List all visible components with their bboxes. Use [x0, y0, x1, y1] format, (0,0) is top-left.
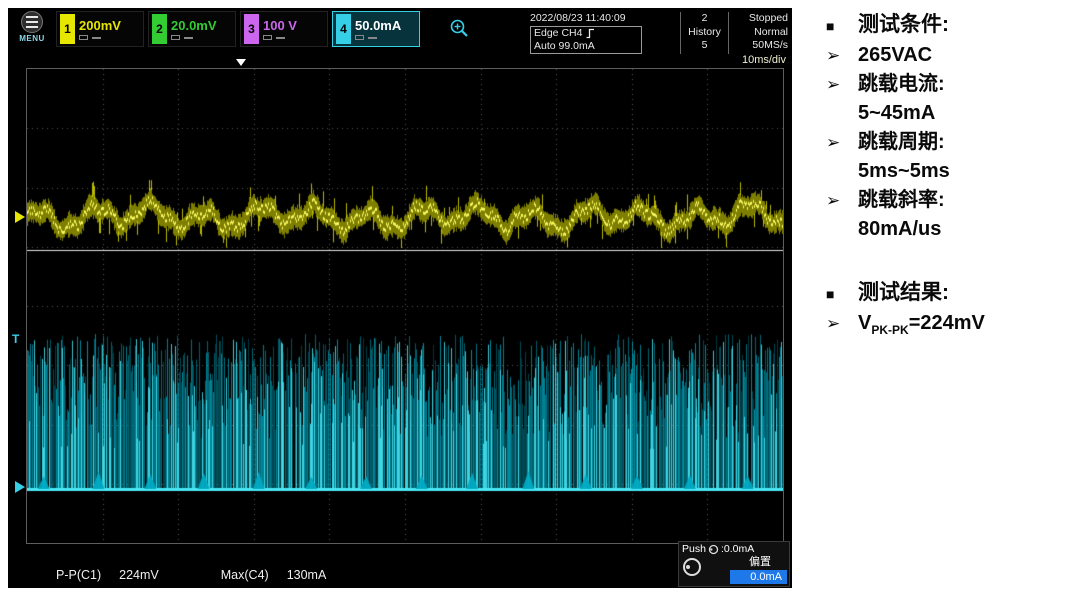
- menu-button[interactable]: MENU: [12, 11, 52, 43]
- channel-1-scale: 200mV: [79, 18, 121, 33]
- channel-4-box[interactable]: 4 50.0mA: [332, 11, 420, 47]
- push-value: :0.0mA: [720, 543, 755, 555]
- arrow-bullet-icon: ➢: [826, 46, 841, 65]
- push-label: Push: [682, 543, 706, 555]
- arrow-bullet-icon: ➢: [826, 133, 841, 152]
- channel-2-badge: 2: [152, 14, 167, 44]
- channel-3-badge: 3: [244, 14, 259, 44]
- conditions-title: 测试条件:: [858, 13, 949, 36]
- channel-4-coupling-icons: [355, 35, 401, 40]
- channel-3-scale: 100 V: [263, 18, 297, 33]
- offset-panel: Push :0.0mA 偏置 0.0mA: [678, 541, 790, 587]
- knob-mini-icon: [708, 544, 719, 554]
- condition-item-2-cont: 5~45mA: [858, 102, 936, 124]
- measurement-pp-c1: P-P(C1) 224mV: [56, 568, 159, 582]
- condition-item-1: 265VAC: [858, 44, 933, 66]
- arrow-bullet-icon: ➢: [826, 191, 841, 210]
- channel-3-box[interactable]: 3 100 V: [240, 11, 328, 47]
- notes-panel: ■ 测试条件: ➢ 265VAC ➢ 跳载电流: 5~45mA ➢ 跳载周期: …: [812, 10, 1074, 345]
- channel-2-scale: 20.0mV: [171, 18, 217, 33]
- condition-item-2: 跳载电流:: [858, 73, 945, 95]
- condition-item-4: 跳载斜率:: [858, 189, 945, 211]
- channel-4-ground-marker-icon[interactable]: [15, 481, 25, 493]
- channel-2-box[interactable]: 2 20.0mV: [148, 11, 236, 47]
- waveform-grid: [26, 68, 784, 544]
- oscilloscope-screen: MENU 1 200mV 2 20.0mV 3 100 V 4 50.0mA 2…: [8, 8, 792, 588]
- measurement-max-c4: Max(C4) 130mA: [221, 568, 327, 582]
- channel-4-badge: 4: [336, 14, 351, 44]
- condition-item-3-cont: 5ms~5ms: [858, 160, 950, 182]
- history-label: History: [688, 25, 721, 38]
- condition-item-3: 跳载周期:: [858, 131, 945, 153]
- channel-1-level-marker-icon[interactable]: [15, 211, 25, 223]
- trigger-mode: Auto 99.0mA: [534, 40, 595, 52]
- measurement-2-value: 130mA: [286, 568, 327, 582]
- acquisition-status: Stopped: [748, 12, 788, 24]
- result-vpkpk: VPK-PK=224mV: [858, 312, 985, 337]
- square-bullet-icon: ■: [826, 18, 835, 34]
- measurement-1-label: P-P(C1): [56, 568, 102, 582]
- trigger-level-marker-icon[interactable]: T: [12, 332, 19, 346]
- datetime: 2022/08/23 11:40:09: [530, 12, 626, 24]
- hamburger-menu-icon: [21, 11, 43, 33]
- acquisition-mode: Normal: [754, 25, 788, 38]
- zoom-search-icon[interactable]: [448, 17, 472, 46]
- timebase-readout: 10ms/div: [741, 54, 786, 66]
- channel-1-coupling-icons: [79, 35, 121, 40]
- measurement-2-label: Max(C4): [220, 568, 269, 582]
- measurement-1-value: 224mV: [119, 568, 159, 582]
- sample-rate: 50MS/s: [752, 39, 788, 51]
- history-index: 5: [701, 39, 708, 51]
- measurement-readouts: P-P(C1) 224mV Max(C4) 130mA: [56, 568, 388, 582]
- offset-title: 偏置: [749, 556, 771, 568]
- history-count: 2: [701, 12, 708, 24]
- trigger-position-marker-icon[interactable]: [236, 59, 246, 66]
- trigger-settings-box[interactable]: Edge CH4 Auto 99.0mA: [530, 26, 642, 54]
- results-title: 测试结果:: [858, 281, 949, 304]
- rising-edge-icon: [586, 28, 595, 39]
- channel-4-scale: 50.0mA: [355, 18, 402, 33]
- channel-1-badge: 1: [60, 14, 75, 44]
- waveform-display: [27, 69, 783, 543]
- acquisition-info: 2022/08/23 11:40:09 Edge CH4 Auto 99.0mA…: [530, 12, 790, 54]
- channel-2-coupling-icons: [171, 35, 217, 40]
- channel-3-coupling-icons: [263, 35, 297, 40]
- square-bullet-icon: ■: [826, 286, 835, 302]
- offset-value[interactable]: 0.0mA: [730, 570, 787, 584]
- trigger-source: Edge CH4: [534, 27, 583, 39]
- offset-knob-icon[interactable]: [683, 558, 701, 576]
- menu-label: MENU: [19, 34, 45, 43]
- channel-1-box[interactable]: 1 200mV: [56, 11, 144, 47]
- condition-item-4-cont: 80mA/us: [858, 218, 942, 240]
- arrow-bullet-icon: ➢: [826, 75, 841, 94]
- arrow-bullet-icon: ➢: [826, 314, 841, 333]
- scope-topbar: MENU 1 200mV 2 20.0mV 3 100 V 4 50.0mA 2…: [8, 8, 792, 54]
